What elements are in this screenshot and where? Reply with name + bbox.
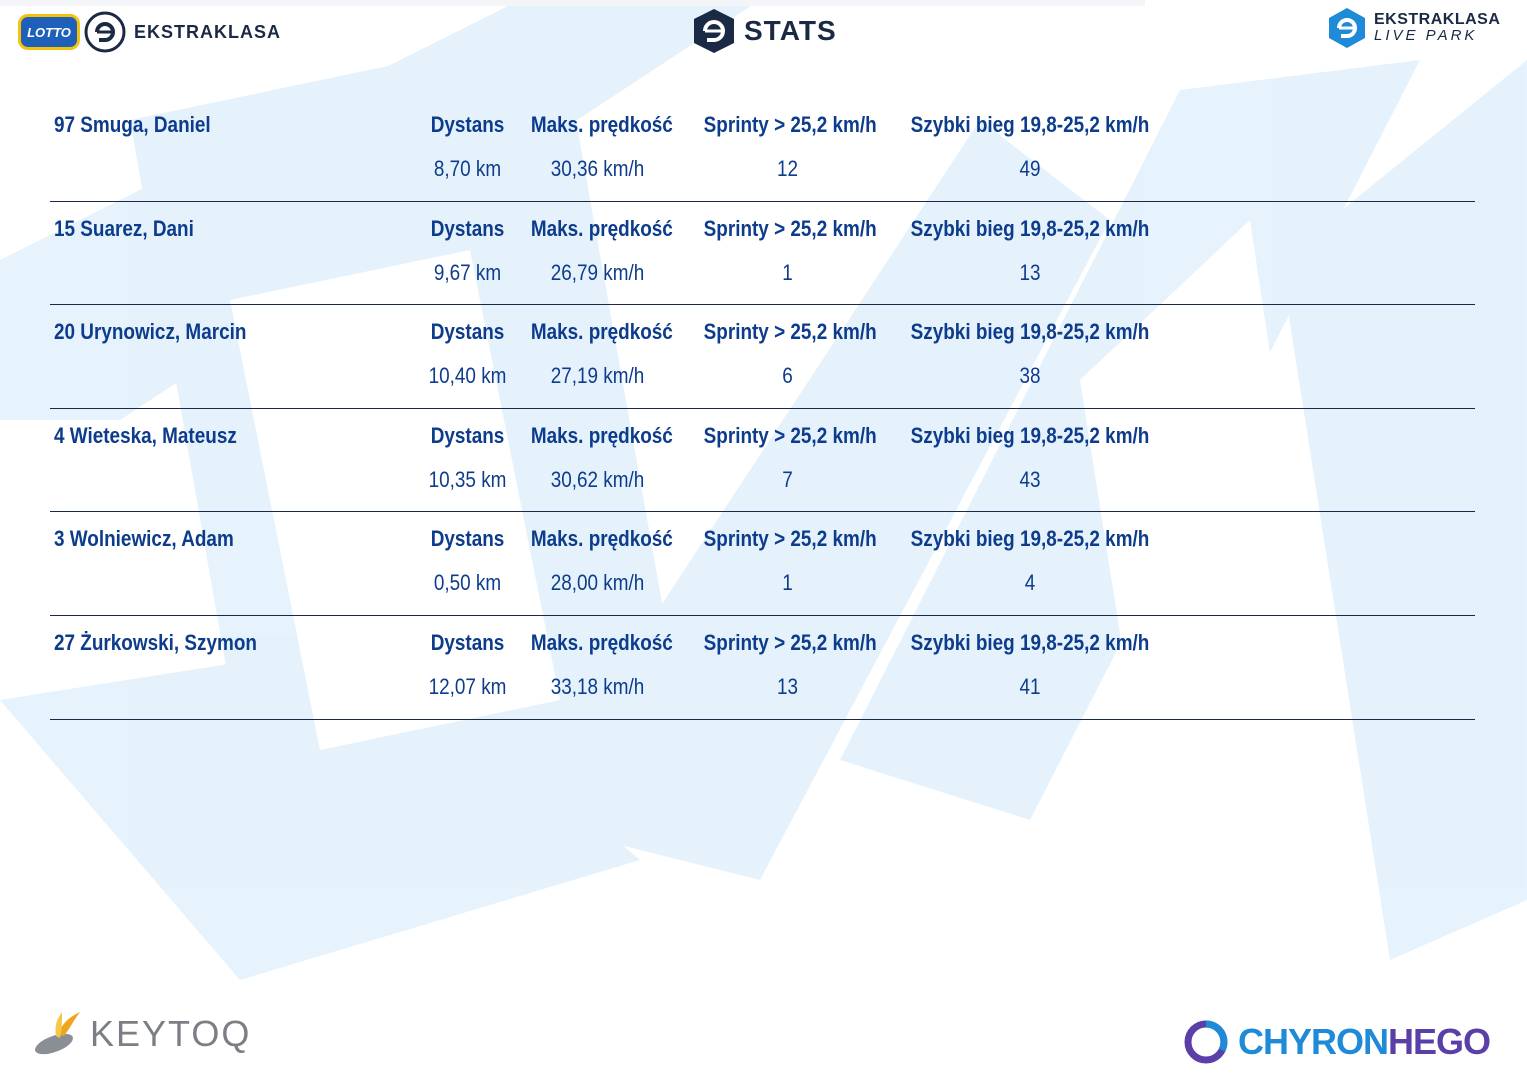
header-strip [0,0,1145,6]
live-park-line1: EKSTRAKLASA [1374,11,1501,28]
distance-label: Dystans [430,215,505,241]
sprints-label: Sprinty > 25,2 km/h [703,215,877,241]
max-speed-label: Maks. prędkość [530,215,673,241]
player-name: 20 Urynowicz, Marcin [54,319,247,345]
player-row: 4 Wieteska, Mateusz Dystans Maks. prędkość… [50,409,1475,513]
chyron-part: CHYRON [1238,1021,1389,1062]
ekstraklasa-logo[interactable]: LOTTO EKSTRAKLASA [18,10,281,54]
fast-run-label: Szybki bieg 19,8-25,2 km/h [910,422,1150,448]
max-speed-label: Maks. prędkość [530,629,673,655]
max-speed-value: 33,18 km/h [550,673,645,699]
player-name: 4 Wieteska, Mateusz [54,422,237,448]
player-stats-table: 97 Smuga, Daniel Dystans Maks. prędkość Spr… [50,98,1475,720]
live-park-logo[interactable]: EKSTRAKLASA LIVE PARK [1326,6,1500,50]
distance-value: 10,40 km [428,363,507,389]
distance-label: Dystans [430,422,505,448]
sprints-label: Sprinty > 25,2 km/h [703,629,877,655]
live-park-line2: LIVE PARK [1374,27,1478,44]
max-speed-label: Maks. prędkość [530,526,673,552]
player-row: 15 Suarez, Dani Dystans Maks. prędkość Spri… [50,202,1475,306]
max-speed-value: 27,19 km/h [550,363,645,389]
player-row: 97 Smuga, Daniel Dystans Maks. prędkość Spr… [50,98,1475,202]
distance-label: Dystans [430,526,505,552]
player-row: 20 Urynowicz, Marcin Dystans Maks. prędkoś… [50,305,1475,409]
live-park-icon [1329,8,1365,48]
fast-run-label: Szybki bieg 19,8-25,2 km/h [910,215,1150,241]
sprints-value: 6 [782,363,793,389]
sprints-value: 7 [782,466,793,492]
lotto-badge: LOTTO [18,14,80,50]
e-stats-icon [694,9,734,53]
sprints-value: 1 [782,570,793,596]
distance-value: 9,67 km [433,259,502,285]
hego-part: HEGO [1388,1021,1491,1062]
keytoq-bird-icon [35,1012,80,1055]
fast-run-label: Szybki bieg 19,8-25,2 km/h [910,526,1150,552]
player-name: 3 Wolniewicz, Adam [54,526,234,552]
sprints-label: Sprinty > 25,2 km/h [703,422,877,448]
max-speed-value: 26,79 km/h [550,259,645,285]
max-speed-label: Maks. prędkość [530,112,673,137]
fast-run-value: 43 [1019,466,1041,492]
max-speed-value: 30,36 km/h [550,156,645,181]
distance-value: 12,07 km [428,673,507,699]
header: LOTTO EKSTRAKLASA STATS EKSTRAKLASA LIVE… [0,0,1527,70]
player-row: 27 Żurkowski, Szymon Dystans Maks. prędkoś… [50,616,1475,720]
distance-value: 8,70 km [433,156,502,181]
player-name: 97 Smuga, Daniel [54,112,211,137]
fast-run-value: 38 [1019,363,1041,389]
stats-logo[interactable]: STATS [690,6,837,56]
live-park-text: EKSTRAKLASA LIVE PARK [1374,12,1500,44]
distance-value: 0,50 km [433,570,502,596]
distance-label: Dystans [430,629,505,655]
distance-value: 10,35 km [428,466,507,492]
chyronhego-ring-icon [1184,1020,1228,1064]
chyronhego-text: CHYRONHEGO [1238,1021,1491,1063]
sprints-label: Sprinty > 25,2 km/h [703,319,877,345]
fast-run-value: 4 [1024,570,1036,596]
fast-run-value: 13 [1019,259,1041,285]
distance-label: Dystans [430,319,505,345]
fast-run-value: 41 [1019,673,1041,699]
max-speed-value: 30,62 km/h [550,466,645,492]
keytoq-logo[interactable]: KEYTOQ [28,1004,251,1064]
sprints-value: 13 [776,673,799,699]
player-name: 15 Suarez, Dani [54,215,194,241]
distance-label: Dystans [430,112,505,137]
max-speed-value: 28,00 km/h [550,570,645,596]
stats-text: STATS [744,15,837,46]
sprints-value: 1 [782,259,793,285]
sprints-label: Sprinty > 25,2 km/h [703,112,877,137]
max-speed-label: Maks. prędkość [530,422,673,448]
fast-run-label: Szybki bieg 19,8-25,2 km/h [910,112,1150,137]
player-row: 3 Wolniewicz, Adam Dystans Maks. prędkość S… [50,512,1475,616]
player-name: 27 Żurkowski, Szymon [54,629,257,655]
left-brand-text: EKSTRAKLASA [134,21,282,42]
fast-run-value: 49 [1019,156,1041,181]
max-speed-label: Maks. prędkość [530,319,673,345]
fast-run-label: Szybki bieg 19,8-25,2 km/h [910,629,1150,655]
sprints-value: 12 [776,156,799,181]
sprints-label: Sprinty > 25,2 km/h [703,526,877,552]
chyronhego-logo[interactable]: CHYRONHEGO [1182,1016,1491,1068]
keytoq-text: KEYTOQ [90,1013,252,1054]
ekstraklasa-ball-icon [84,11,126,53]
fast-run-label: Szybki bieg 19,8-25,2 km/h [910,319,1150,345]
